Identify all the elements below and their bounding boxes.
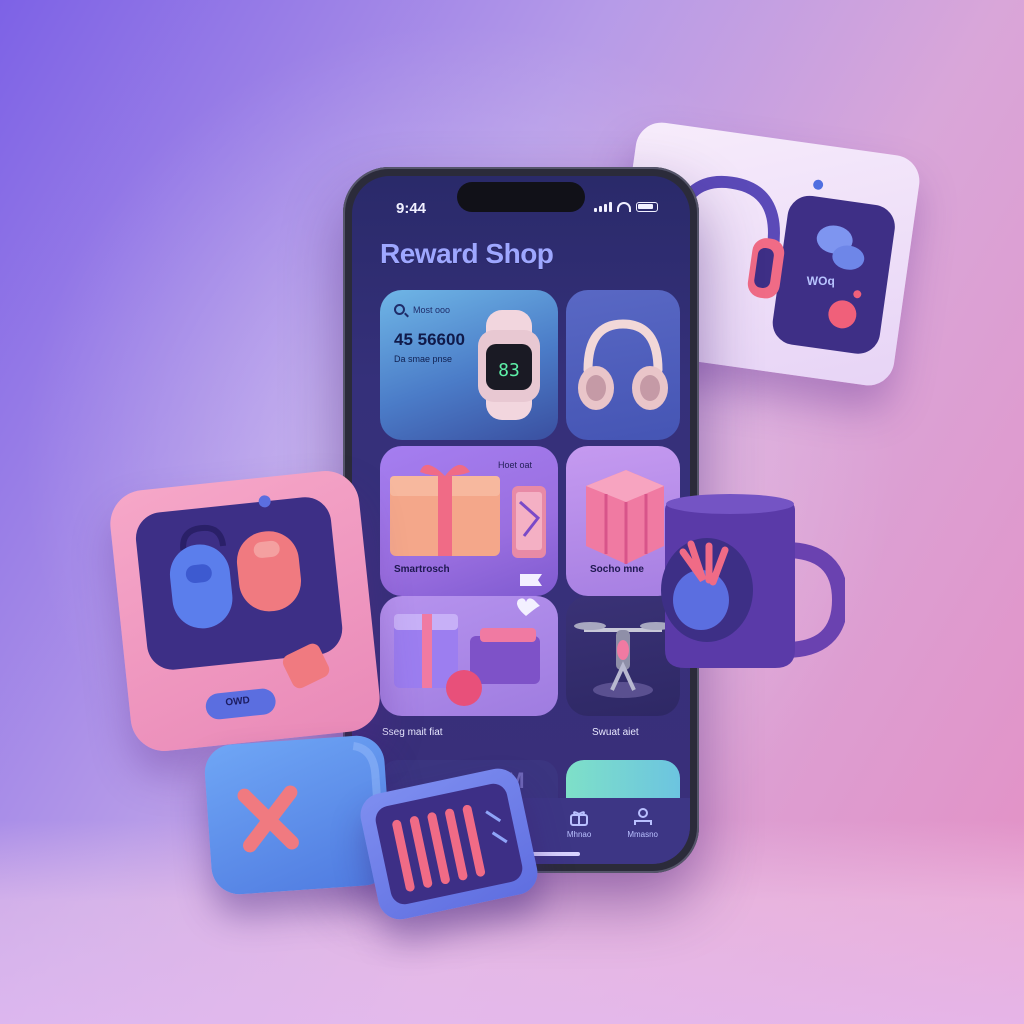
signal-icon: [594, 202, 612, 212]
headphones-product-card[interactable]: [566, 290, 680, 440]
tab-label: Mhnao: [566, 830, 592, 839]
stacked-boxes-icon: [394, 598, 540, 706]
smartwatch-icon: 83: [478, 310, 540, 420]
floating-controller: OWD: [106, 467, 384, 755]
status-time: 9:44: [396, 200, 427, 217]
battery-icon: [636, 202, 658, 212]
dynamic-island: [457, 182, 585, 212]
page-title: Reward Shop: [380, 238, 554, 269]
tab-label: Mmasno: [627, 830, 658, 839]
flag-icon: [520, 574, 542, 586]
phone-device: 9:44 Reward Shop Most ooo 45 56600 Da sm…: [343, 167, 699, 873]
points-subtitle: Da smae pnse: [394, 354, 453, 364]
gift-product-card[interactable]: Hoet oat Smartrosch: [380, 446, 558, 596]
controller-icon: [135, 495, 343, 720]
points-balance: 45 56600: [394, 330, 465, 349]
row-label-right: Swuat aiet: [592, 727, 639, 738]
gift-icon: [570, 811, 589, 826]
phone-screen: 9:44 Reward Shop Most ooo 45 56600 Da sm…: [352, 176, 690, 864]
watch-display: 83: [498, 360, 520, 381]
boxes-product-card[interactable]: [380, 596, 558, 716]
wifi-icon: [617, 202, 631, 212]
card-label: Smartrosch: [394, 564, 450, 575]
headphones-card-text: WOq: [806, 274, 835, 289]
profile-icon: [633, 808, 652, 825]
card-label: Socho mne: [590, 564, 644, 575]
scene: WOq 9:44 Reward Shop Most ooo 45 56600 D…: [0, 0, 1024, 1024]
search-text: Most ooo: [413, 304, 451, 315]
search-icon: [394, 304, 405, 315]
row-label-left: Sseg mait fiat: [382, 727, 443, 738]
tab-profile[interactable]: Mmasno: [627, 808, 658, 864]
headphones-icon: [578, 319, 668, 410]
featured-reward-card[interactable]: Most ooo 45 56600 Da smae pnse 83: [380, 290, 558, 440]
card-tag: Hoet oat: [498, 460, 533, 470]
mug-icon: [661, 494, 845, 668]
search-row[interactable]: Most ooo: [394, 304, 450, 315]
status-icons: [594, 202, 658, 212]
